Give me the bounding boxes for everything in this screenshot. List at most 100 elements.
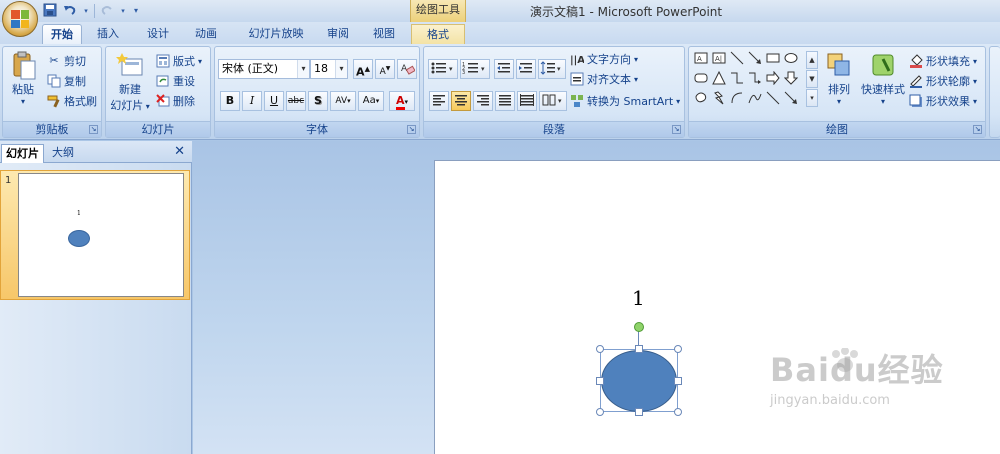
text-shadow-button[interactable]: S — [308, 91, 328, 111]
bullets-button[interactable]: ▾ — [428, 59, 458, 79]
strikethrough-button[interactable]: abc — [286, 91, 306, 111]
redo-icon[interactable] — [99, 3, 115, 19]
align-text-button[interactable]: 对齐文本 ▾ — [570, 71, 638, 87]
shape-effects-button[interactable]: 形状效果 ▾ — [909, 93, 977, 109]
arc-shape-icon[interactable] — [729, 91, 745, 107]
down-arrow-shape-icon[interactable] — [783, 71, 799, 87]
customize-qat-icon[interactable]: ▾ — [131, 3, 141, 19]
delete-slide-button[interactable]: 删除 — [156, 93, 195, 109]
format-painter-button[interactable]: 格式刷 — [47, 93, 97, 109]
align-center-button[interactable] — [451, 91, 471, 111]
shape-fill-button[interactable]: 形状填充 ▾ — [909, 53, 977, 69]
resize-handle-top-right[interactable] — [674, 345, 682, 353]
font-dialog-launcher[interactable]: ↘ — [407, 125, 416, 134]
rounded-rectangle-shape-icon[interactable] — [693, 71, 709, 87]
tab-view[interactable]: 视图 — [364, 24, 404, 44]
curve-shape-icon[interactable] — [747, 91, 763, 107]
quick-styles-button[interactable]: 快速样式 ▾ — [859, 51, 907, 106]
resize-handle-right[interactable] — [674, 377, 682, 385]
underline-button[interactable]: U — [264, 91, 284, 111]
arrow-line-shape-icon[interactable] — [747, 51, 763, 67]
diagonal-line-shape-icon[interactable] — [765, 91, 781, 107]
decrease-indent-button[interactable] — [494, 59, 514, 79]
reset-button[interactable]: 重设 — [156, 73, 195, 89]
align-left-button[interactable] — [429, 91, 449, 111]
lightning-shape-icon[interactable] — [711, 91, 727, 107]
office-button[interactable] — [2, 1, 38, 37]
font-size-dropdown-icon[interactable]: ▾ — [335, 60, 347, 78]
italic-button[interactable]: I — [242, 91, 262, 111]
shapes-more-icon[interactable]: ▾ — [806, 89, 818, 107]
resize-handle-bottom[interactable] — [635, 408, 643, 416]
right-arrow-shape-icon[interactable] — [765, 70, 781, 87]
character-spacing-button[interactable]: AV▾ — [330, 91, 356, 111]
tab-outline-pane[interactable]: 大纲 — [48, 144, 78, 163]
line-shape-icon[interactable] — [729, 51, 745, 67]
undo-icon[interactable] — [62, 3, 78, 19]
distributed-button[interactable] — [517, 91, 537, 111]
tab-design[interactable]: 设计 — [138, 24, 178, 44]
resize-handle-left[interactable] — [596, 377, 604, 385]
tab-format[interactable]: 格式 — [411, 24, 465, 44]
textbox-shape-icon[interactable]: A — [693, 51, 709, 67]
tab-slides-pane[interactable]: 幻灯片 — [1, 144, 44, 163]
oval-shape-icon[interactable] — [783, 51, 799, 67]
layout-button[interactable]: 版式 ▾ — [156, 53, 202, 69]
paragraph-dialog-launcher[interactable]: ↘ — [672, 125, 681, 134]
align-right-button[interactable] — [473, 91, 493, 111]
slide-thumbnail[interactable]: 1 — [18, 173, 184, 297]
elbow-connector-shape-icon[interactable] — [729, 71, 745, 87]
callout-shape-icon[interactable] — [693, 91, 709, 107]
shapes-scroll-up-icon[interactable]: ▲ — [806, 51, 818, 69]
resize-handle-top-left[interactable] — [596, 345, 604, 353]
slide-text-box[interactable]: 1 — [632, 286, 645, 310]
convert-smartart-button[interactable]: 转换为 SmartArt ▾ — [570, 93, 680, 109]
diagonal-arrow-shape-icon[interactable] — [783, 91, 799, 107]
change-case-button[interactable]: Aa▾ — [358, 91, 384, 111]
resize-handle-top[interactable] — [635, 345, 643, 353]
tab-animations[interactable]: 动画 — [186, 24, 226, 44]
undo-dropdown-icon[interactable]: ▾ — [82, 3, 90, 19]
resize-handle-bottom-left[interactable] — [596, 408, 604, 416]
new-slide-button[interactable]: 新建 幻灯片 ▾ — [108, 51, 152, 113]
shrink-font-button[interactable]: A▼ — [375, 59, 395, 79]
text-direction-button[interactable]: ||A 文字方向 ▾ — [570, 51, 638, 67]
redo-dropdown-icon[interactable]: ▾ — [119, 3, 127, 19]
slide-canvas[interactable] — [434, 160, 1000, 454]
arrange-button[interactable]: 排列 ▾ — [821, 51, 857, 106]
triangle-shape-icon[interactable] — [711, 70, 727, 87]
shape-outline-button[interactable]: 形状轮廓 ▾ — [909, 73, 977, 89]
clipboard-dialog-launcher[interactable]: ↘ — [89, 125, 98, 134]
shapes-scroll-down-icon[interactable]: ▼ — [806, 70, 818, 88]
justify-button[interactable] — [495, 91, 515, 111]
font-name-dropdown-icon[interactable]: ▾ — [297, 60, 309, 78]
increase-indent-button[interactable] — [516, 59, 536, 79]
paste-button[interactable]: 粘贴 ▾ — [5, 51, 41, 106]
rectangle-shape-icon[interactable] — [765, 51, 781, 67]
font-color-button[interactable]: A▾ — [389, 91, 415, 111]
resize-handle-bottom-right[interactable] — [674, 408, 682, 416]
font-name-combobox[interactable]: 宋体 (正文) ▾ — [218, 59, 310, 79]
copy-button[interactable]: 复制 — [47, 73, 86, 89]
line-spacing-button[interactable]: ▾ — [538, 59, 566, 79]
drawing-dialog-launcher[interactable]: ↘ — [973, 125, 982, 134]
bold-button[interactable]: B — [220, 91, 240, 111]
grow-font-button[interactable]: A▲ — [353, 59, 373, 79]
tab-slideshow[interactable]: 幻灯片放映 — [236, 24, 316, 44]
selected-oval-shape[interactable] — [601, 350, 677, 412]
vertical-textbox-shape-icon[interactable]: A| — [711, 51, 727, 67]
slide-thumbnail-row[interactable]: 1 1 — [0, 170, 190, 300]
cut-button[interactable]: ✂ 剪切 — [47, 53, 86, 69]
tab-home[interactable]: 开始 — [42, 24, 82, 44]
tab-review[interactable]: 审阅 — [318, 24, 358, 44]
save-icon[interactable] — [42, 3, 58, 19]
close-pane-icon[interactable]: ✕ — [174, 144, 185, 159]
numbering-button[interactable]: 1 2 3 ▾ — [460, 59, 490, 79]
rotation-handle[interactable] — [634, 322, 644, 332]
clear-formatting-button[interactable]: A — [397, 59, 417, 79]
elbow-arrow-shape-icon[interactable] — [747, 71, 763, 87]
grow-font-label: A — [356, 65, 365, 79]
columns-button[interactable]: ▾ — [539, 91, 567, 111]
tab-insert[interactable]: 插入 — [88, 24, 128, 44]
font-size-combobox[interactable]: 18 ▾ — [310, 59, 348, 79]
